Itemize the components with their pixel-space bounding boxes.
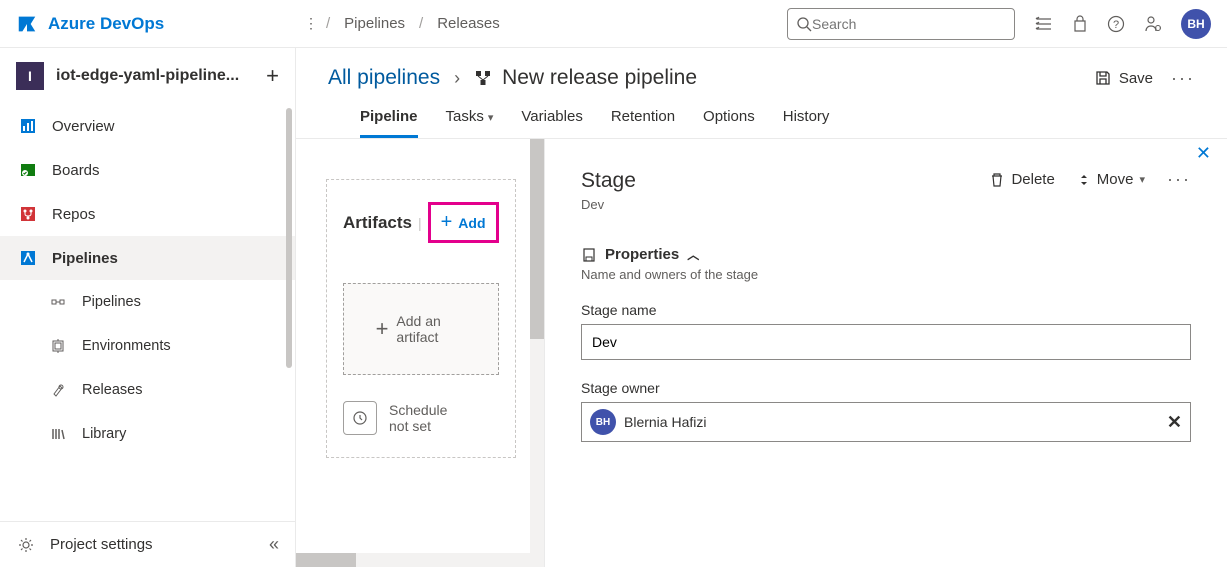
move-label: Move <box>1097 171 1134 188</box>
add-label: Add <box>458 215 485 231</box>
tab-options[interactable]: Options <box>703 108 755 138</box>
chevron-up-icon: ︿ <box>687 246 699 263</box>
clock-icon <box>343 401 377 435</box>
repos-icon <box>18 204 38 224</box>
save-icon <box>1095 70 1111 86</box>
search-input-wrapper[interactable] <box>787 8 1015 40</box>
pipeline-name: New release pipeline <box>502 66 697 90</box>
stage-subheading: Dev <box>581 197 636 212</box>
clear-owner-button[interactable]: ✕ <box>1167 412 1182 433</box>
search-icon <box>796 16 812 32</box>
owner-avatar: BH <box>590 409 616 435</box>
save-label: Save <box>1119 70 1153 87</box>
sidebar-label: Releases <box>82 382 142 398</box>
delete-label: Delete <box>1011 171 1054 188</box>
sidebar-label: Library <box>82 426 126 442</box>
tab-tasks[interactable]: Tasks▾ <box>446 108 494 138</box>
designer-vscroll-thumb[interactable] <box>530 139 544 339</box>
stage-owner-label: Stage owner <box>581 380 1191 396</box>
add-artifact-tile[interactable]: + Add an artifact <box>343 283 499 375</box>
more-actions-button[interactable]: ··· <box>1171 68 1195 89</box>
brand-label[interactable]: Azure DevOps <box>48 14 164 34</box>
sidebar-label: Overview <box>52 118 115 135</box>
azure-logo-icon <box>16 13 38 35</box>
environments-icon <box>48 336 68 356</box>
schedule-row[interactable]: Schedule not set <box>343 401 499 435</box>
pipelines-icon <box>18 248 38 268</box>
tab-history[interactable]: History <box>783 108 830 138</box>
move-icon <box>1077 173 1091 187</box>
user-settings-icon[interactable] <box>1143 14 1163 34</box>
tab-pipeline[interactable]: Pipeline <box>360 108 418 138</box>
chevron-down-icon: ▾ <box>488 112 494 124</box>
project-name[interactable]: iot-edge-yaml-pipeline... <box>56 67 254 85</box>
stage-name-input[interactable] <box>581 324 1191 360</box>
search-input[interactable] <box>812 16 1006 32</box>
sidebar-label: Pipelines <box>52 250 118 267</box>
breadcrumb-releases[interactable]: Releases <box>437 15 500 32</box>
sidebar-label: Boards <box>52 162 100 179</box>
pipeline-type-icon <box>474 69 492 87</box>
close-panel-button[interactable]: ✕ <box>1196 143 1211 164</box>
add-project-button[interactable]: + <box>266 63 279 89</box>
add-tile-label: Add an artifact <box>396 313 466 345</box>
sidebar-sub-releases[interactable]: Releases <box>0 368 295 412</box>
properties-label: Properties <box>605 246 679 263</box>
settings-label: Project settings <box>50 536 153 553</box>
collapse-icon[interactable]: « <box>269 534 279 555</box>
sidebar-item-repos[interactable]: Repos <box>0 192 295 236</box>
boards-icon <box>18 160 38 180</box>
properties-header[interactable]: Properties ︿ <box>581 246 1191 263</box>
stage-owner-field[interactable]: BH Blernia Hafizi ✕ <box>581 402 1191 442</box>
properties-icon <box>581 247 597 263</box>
chevron-down-icon: ▾ <box>1139 173 1145 186</box>
stage-name-label: Stage name <box>581 302 1191 318</box>
plus-icon: + <box>441 211 453 234</box>
sidebar-item-overview[interactable]: Overview <box>0 104 295 148</box>
crumb-separator: / <box>419 15 423 32</box>
sidebar-label: Repos <box>52 206 95 223</box>
tab-variables[interactable]: Variables <box>521 108 582 138</box>
chevron-right-icon: › <box>454 68 460 89</box>
sidebar-sub-library[interactable]: Library <box>0 412 295 456</box>
trash-icon <box>989 172 1005 188</box>
user-avatar[interactable]: BH <box>1181 9 1211 39</box>
releases-icon <box>48 380 68 400</box>
list-icon[interactable] <box>1035 15 1053 33</box>
sidebar-label: Pipelines <box>82 294 141 310</box>
sidebar-item-boards[interactable]: Boards <box>0 148 295 192</box>
plus-icon: + <box>376 316 389 342</box>
sidebar-scrollbar[interactable] <box>286 108 292 368</box>
sidebar-item-pipelines[interactable]: Pipelines <box>0 236 295 280</box>
stage-heading: Stage <box>581 169 636 193</box>
overview-icon <box>18 116 38 136</box>
properties-description: Name and owners of the stage <box>581 267 1191 282</box>
sidebar-sub-environments[interactable]: Environments <box>0 324 295 368</box>
move-stage-button[interactable]: Move ▾ <box>1077 171 1145 188</box>
schedule-label: Schedule not set <box>389 402 469 434</box>
artifacts-heading: Artifacts <box>343 213 412 233</box>
delete-stage-button[interactable]: Delete <box>989 171 1054 188</box>
breadcrumb-all-pipelines[interactable]: All pipelines <box>328 66 440 90</box>
pipelines-sub-icon <box>48 292 68 312</box>
save-button[interactable]: Save <box>1095 70 1153 87</box>
crumb-separator: / <box>326 15 330 32</box>
sidebar-sub-pipelines[interactable]: Pipelines <box>0 280 295 324</box>
more-vertical-icon[interactable]: ⋮ <box>296 15 326 32</box>
svg-text:?: ? <box>1113 19 1119 31</box>
breadcrumb-pipelines[interactable]: Pipelines <box>344 15 405 32</box>
artifacts-container: Artifacts | + Add + Add an artifact Sche… <box>326 179 516 458</box>
tab-retention[interactable]: Retention <box>611 108 675 138</box>
owner-name-text: Blernia Hafizi <box>624 414 1159 430</box>
library-icon <box>48 424 68 444</box>
gear-icon <box>16 535 36 555</box>
more-stage-actions[interactable]: ··· <box>1167 169 1191 190</box>
project-settings-button[interactable]: Project settings « <box>0 521 295 567</box>
shopping-bag-icon[interactable] <box>1071 15 1089 33</box>
designer-hscroll-thumb[interactable] <box>296 553 356 567</box>
sidebar-label: Environments <box>82 338 171 354</box>
help-icon[interactable]: ? <box>1107 15 1125 33</box>
project-icon[interactable]: I <box>16 62 44 90</box>
add-artifact-button[interactable]: + Add <box>428 202 499 243</box>
